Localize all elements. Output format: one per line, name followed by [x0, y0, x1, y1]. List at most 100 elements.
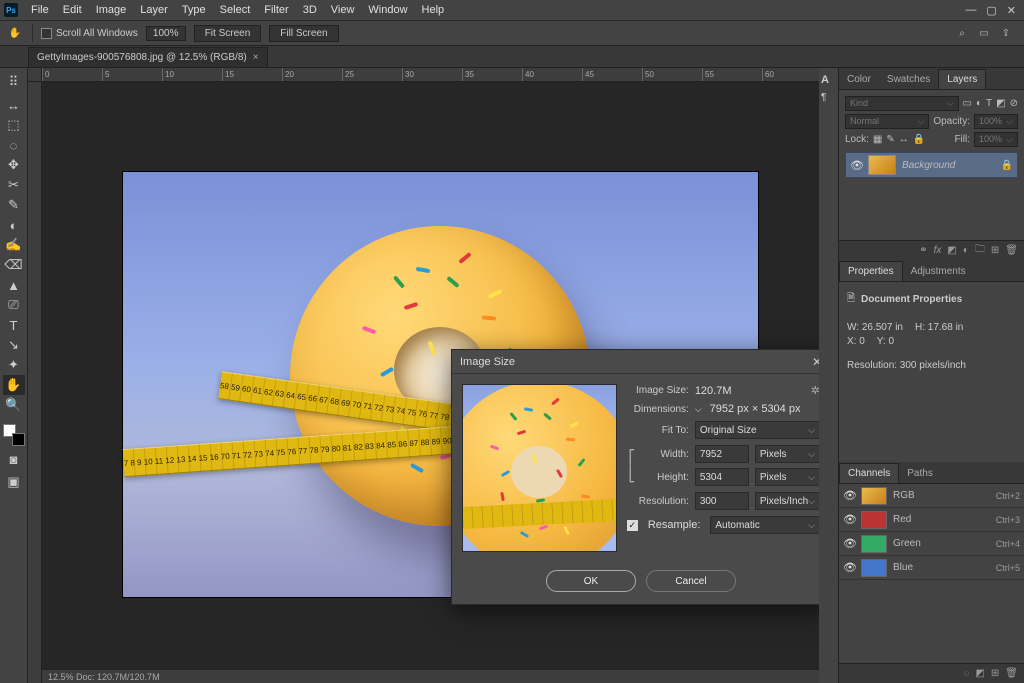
visibility-icon[interactable]: 👁 [843, 513, 855, 526]
lock-pixels-icon[interactable]: ✎ [886, 134, 894, 145]
tool-button[interactable]: ▲ [3, 275, 25, 295]
resample-select[interactable]: Automatic [710, 516, 820, 534]
tool-button[interactable]: ✂ [3, 175, 25, 195]
layer-thumbnail[interactable] [868, 155, 896, 175]
tool-button[interactable]: ✋ [3, 375, 25, 395]
mask-icon[interactable]: ◩ [947, 245, 956, 256]
scroll-all-checkbox[interactable]: Scroll All Windows [41, 28, 138, 39]
close-tab-icon[interactable]: × [253, 52, 259, 63]
resolution-input[interactable] [695, 492, 749, 510]
channel-row[interactable]: 👁BlueCtrl+5 [839, 556, 1024, 580]
tool-button[interactable]: ↘ [3, 335, 25, 355]
maximize-button[interactable]: ▢ [986, 4, 996, 17]
link-icon[interactable]: ⎡⎣ [627, 445, 637, 486]
tool-button[interactable]: 🔍 [3, 395, 25, 415]
color-swatches[interactable] [3, 424, 25, 446]
tool-button[interactable]: ✍ [3, 235, 25, 255]
menu-help[interactable]: Help [415, 0, 452, 20]
menu-image[interactable]: Image [89, 0, 134, 20]
ruler-horizontal[interactable]: 051015202530354045505560657075808590 [42, 68, 838, 82]
lock-pos-icon[interactable]: ↔ [899, 134, 909, 145]
filter-icon[interactable]: T [986, 98, 992, 109]
background-swatch[interactable] [12, 433, 25, 446]
visibility-icon[interactable]: 👁 [843, 561, 855, 574]
menu-3d[interactable]: 3D [296, 0, 324, 20]
menu-type[interactable]: Type [175, 0, 213, 20]
document-tab[interactable]: GettyImages-900576808.jpg @ 12.5% (RGB/8… [28, 47, 268, 67]
tab-layers[interactable]: Layers [938, 69, 986, 89]
tool-button[interactable]: ⌫ [3, 255, 25, 275]
chevron-down-icon[interactable]: ⌵ [695, 404, 702, 415]
tool-button[interactable]: ⎚ [3, 295, 25, 315]
resolution-unit-select[interactable]: Pixels/Inch [755, 492, 820, 510]
menu-window[interactable]: Window [361, 0, 414, 20]
quickmask-icon[interactable]: ◙ [3, 449, 25, 469]
lock-trans-icon[interactable]: ▦ [873, 134, 882, 145]
menu-edit[interactable]: Edit [56, 0, 89, 20]
fill-field[interactable]: 100%⌵ [974, 132, 1018, 147]
trash-icon[interactable]: 🗑 [1005, 245, 1018, 256]
fit-to-select[interactable]: Original Size [695, 421, 820, 439]
tool-button[interactable]: ✎ [3, 195, 25, 215]
tab-paths[interactable]: Paths [899, 464, 941, 483]
menu-filter[interactable]: Filter [257, 0, 295, 20]
collapsed-panel-strip[interactable]: A ¶ [819, 68, 839, 683]
zoom-field[interactable]: 100% [146, 26, 186, 41]
tab-swatches[interactable]: Swatches [879, 70, 938, 89]
height-input[interactable] [695, 468, 749, 486]
filter-icon[interactable]: ▭ [963, 98, 972, 109]
width-unit-select[interactable]: Pixels [755, 445, 820, 463]
menu-layer[interactable]: Layer [133, 0, 175, 20]
menu-select[interactable]: Select [213, 0, 258, 20]
visibility-icon[interactable]: 👁 [850, 159, 862, 172]
search-icon[interactable]: ⌕ [954, 25, 970, 41]
workspace-icon[interactable]: ▭ [976, 25, 992, 41]
ruler-vertical[interactable] [28, 82, 42, 683]
resample-checkbox[interactable]: ✓ [627, 520, 638, 531]
link-layers-icon[interactable]: ⚭ [919, 245, 927, 256]
tab-channels[interactable]: Channels [839, 463, 899, 483]
close-button[interactable]: ✕ [1007, 4, 1016, 17]
tool-button[interactable]: ⬚ [3, 115, 25, 135]
tool-button[interactable]: ✥ [3, 155, 25, 175]
channel-row[interactable]: 👁RGBCtrl+2 [839, 484, 1024, 508]
cancel-button[interactable]: Cancel [646, 570, 736, 592]
ok-button[interactable]: OK [546, 570, 636, 592]
fill-screen-button[interactable]: Fill Screen [269, 25, 338, 42]
tab-adjustments[interactable]: Adjustments [903, 262, 974, 281]
channel-row[interactable]: 👁RedCtrl+3 [839, 508, 1024, 532]
filter-toggle[interactable]: ⊘ [1010, 98, 1018, 109]
fit-screen-button[interactable]: Fit Screen [194, 25, 262, 42]
ruler-origin[interactable] [28, 68, 42, 82]
opacity-field[interactable]: 100%⌵ [974, 114, 1018, 129]
trash-icon[interactable]: 🗑 [1005, 668, 1018, 679]
minimize-button[interactable]: — [965, 4, 976, 17]
lock-all-icon[interactable]: 🔒 [913, 134, 925, 145]
group-icon[interactable]: 🗀 [975, 242, 985, 259]
load-selection-icon[interactable]: ◌ [964, 668, 970, 679]
new-layer-icon[interactable]: ⊞ [991, 245, 999, 256]
filter-icon[interactable]: ◐ [976, 98, 982, 109]
save-selection-icon[interactable]: ◩ [975, 668, 984, 679]
menu-file[interactable]: File [24, 0, 56, 20]
tool-button[interactable]: ◌ [3, 135, 25, 155]
blend-mode-select[interactable]: Normal⌵ [845, 114, 929, 129]
adjust-icon[interactable]: ◐ [963, 245, 969, 256]
height-unit-select[interactable]: Pixels [755, 468, 820, 486]
tab-properties[interactable]: Properties [839, 261, 903, 281]
fx-icon[interactable]: fx [934, 245, 942, 256]
layer-kind-filter[interactable]: Kind⌵ [845, 96, 959, 111]
width-input[interactable] [695, 445, 749, 463]
layer-row-background[interactable]: 👁 Background 🔒 [845, 152, 1018, 178]
share-icon[interactable]: ⇪ [998, 25, 1014, 41]
tool-button[interactable]: ✦ [3, 355, 25, 375]
tool-button[interactable]: ↔ [3, 95, 25, 115]
tab-color[interactable]: Color [839, 70, 879, 89]
screenmode-icon[interactable]: ▣ [3, 472, 25, 492]
visibility-icon[interactable]: 👁 [843, 489, 855, 502]
menu-view[interactable]: View [324, 0, 362, 20]
tool-button[interactable]: ◐ [3, 215, 25, 235]
channel-row[interactable]: 👁GreenCtrl+4 [839, 532, 1024, 556]
visibility-icon[interactable]: 👁 [843, 537, 855, 550]
filter-icon[interactable]: ◩ [996, 98, 1005, 109]
